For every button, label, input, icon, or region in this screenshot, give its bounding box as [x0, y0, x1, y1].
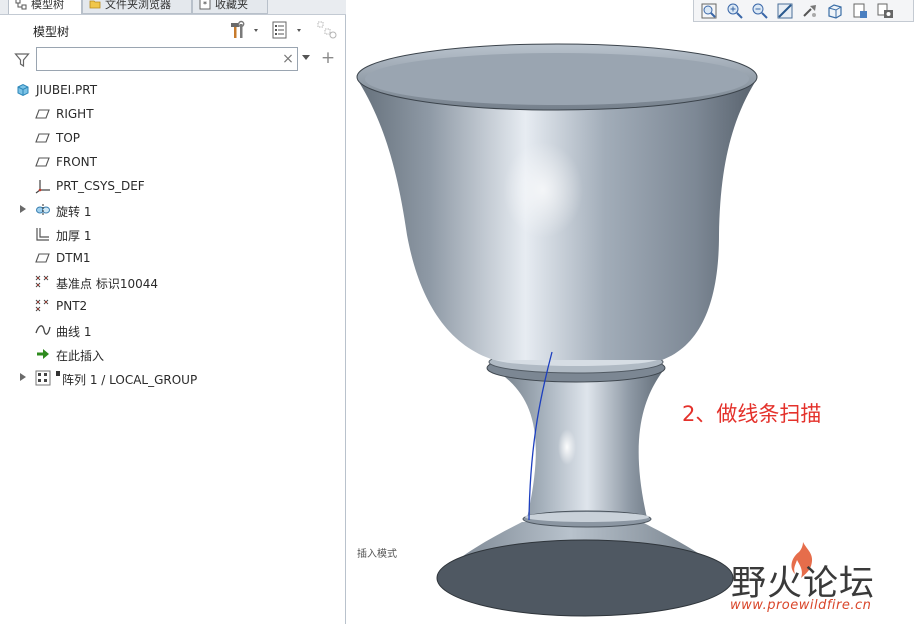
datum-plane-icon [35, 109, 50, 119]
tree-item-pnt2[interactable]: PNT2 [0, 294, 346, 318]
tab-label: 模型树 [31, 0, 64, 11]
insert-here-arrow-icon [37, 349, 49, 359]
goblet-base [436, 522, 734, 617]
datum-plane-icon [35, 157, 50, 167]
tree-item-label: RIGHT [56, 107, 94, 121]
tree-item-label: 旋转 1 [56, 205, 92, 219]
tab-label: 收藏夹 [215, 0, 248, 11]
tab-favorites[interactable]: * 收藏夹 [192, 0, 268, 14]
favorites-icon: * [199, 0, 211, 10]
show-options-button[interactable] [270, 20, 308, 40]
tree-item-right[interactable]: RIGHT [0, 102, 346, 126]
pattern-icon [35, 370, 51, 386]
clear-icon[interactable]: × [280, 50, 296, 68]
add-filter-button[interactable]: + [320, 48, 336, 68]
tree-item-label: 基准点 标识10044 [56, 277, 158, 291]
filter-row: × + [0, 46, 346, 74]
tree-item-label: TOP [56, 131, 81, 145]
tree-item-thicken[interactable]: 加厚 1 [0, 222, 346, 246]
view-manager-icon[interactable] [876, 2, 894, 20]
expand-arrow-icon[interactable] [20, 205, 26, 213]
filter-icon[interactable] [14, 52, 30, 68]
tree-item-label: 在此插入 [56, 349, 105, 363]
chevron-down-icon [254, 29, 258, 32]
datum-point-icon [35, 275, 49, 288]
tree-item-label: FRONT [56, 155, 97, 169]
revolve-icon [36, 204, 50, 216]
watermark-url: www.proewildfire.cn [730, 598, 872, 613]
group-marker-icon [56, 371, 60, 376]
zoom-out-icon[interactable] [751, 2, 769, 20]
tree-item-label: PNT2 [56, 299, 88, 313]
datum-point-icon [35, 299, 49, 312]
tree-item-label: 加厚 1 [56, 229, 92, 243]
datum-plane-icon [35, 133, 50, 143]
tree-columns-icon [317, 21, 337, 39]
folder-icon [89, 0, 101, 9]
tree-item-revolve[interactable]: 旋转 1 [0, 198, 346, 222]
tree-root[interactable]: JIUBEI.PRT [0, 78, 346, 102]
insert-mode-label: 插入模式 [357, 549, 397, 560]
goblet-model[interactable] [347, 0, 914, 624]
settings-tools-button[interactable] [228, 20, 264, 40]
expand-arrow-icon[interactable] [20, 373, 26, 381]
repaint-icon[interactable] [776, 2, 794, 20]
tree-item-label: DTM1 [56, 251, 91, 265]
saved-views-icon[interactable] [851, 2, 869, 20]
tree-item-front[interactable]: FRONT [0, 150, 346, 174]
display-style-icon[interactable] [826, 2, 844, 20]
view-toolbar [693, 0, 914, 22]
tree-search-input[interactable] [36, 47, 298, 71]
chevron-down-icon[interactable] [302, 55, 310, 60]
tree-item-label: 曲线 1 [56, 325, 92, 339]
tree-header: 模型树 [0, 16, 346, 44]
svg-text:*: * [203, 0, 207, 9]
zoom-in-icon[interactable] [726, 2, 744, 20]
goblet-bowl [356, 43, 758, 360]
model-tree-icon [15, 0, 27, 10]
tree-filter-settings-button[interactable] [316, 20, 340, 40]
coordinate-system-icon [35, 180, 50, 194]
panel-tabs: 模型树 文件夹浏览器 * 收藏夹 [0, 0, 346, 15]
tree-item-csys[interactable]: PRT_CSYS_DEF [0, 174, 346, 198]
zoom-fit-icon[interactable] [700, 2, 718, 20]
model-tree-panel: 模型树 文件夹浏览器 * 收藏夹 模型树 × + JIUBEI.PRT RIGH… [0, 0, 346, 624]
tree-item-pattern[interactable]: 阵列 1 / LOCAL_GROUP [0, 366, 346, 390]
tree-item-datum-point[interactable]: 基准点 标识10044 [0, 270, 346, 294]
tab-folder-browser[interactable]: 文件夹浏览器 [82, 0, 192, 14]
tab-model-tree[interactable]: 模型树 [8, 0, 82, 14]
tree-item-curve[interactable]: 曲线 1 [0, 318, 346, 342]
annotation-text: 2、做线条扫描 [682, 402, 822, 426]
curve-icon [35, 325, 51, 335]
tab-label: 文件夹浏览器 [105, 0, 171, 11]
tree-title: 模型树 [33, 25, 70, 39]
tree-item-insert-here[interactable]: 在此插入 [0, 342, 346, 366]
spin-center-icon[interactable] [801, 2, 819, 20]
tree-item-label: 阵列 1 / LOCAL_GROUP [62, 373, 198, 387]
tree-item-top[interactable]: TOP [0, 126, 346, 150]
hammer-wrench-icon [231, 20, 245, 38]
list-document-icon [272, 21, 287, 39]
datum-plane-icon [35, 253, 50, 263]
goblet-stem [492, 368, 665, 528]
graphics-viewport[interactable]: 2、做线条扫描 插入模式 野火论坛 www.proewildfire.cn [347, 0, 914, 624]
tree-root-label: JIUBEI.PRT [36, 83, 98, 97]
chevron-down-icon [297, 29, 301, 32]
tree-item-dtm1[interactable]: DTM1 [0, 246, 346, 270]
part-icon [17, 83, 29, 97]
thicken-icon [36, 228, 49, 241]
tree-item-label: PRT_CSYS_DEF [56, 179, 145, 193]
